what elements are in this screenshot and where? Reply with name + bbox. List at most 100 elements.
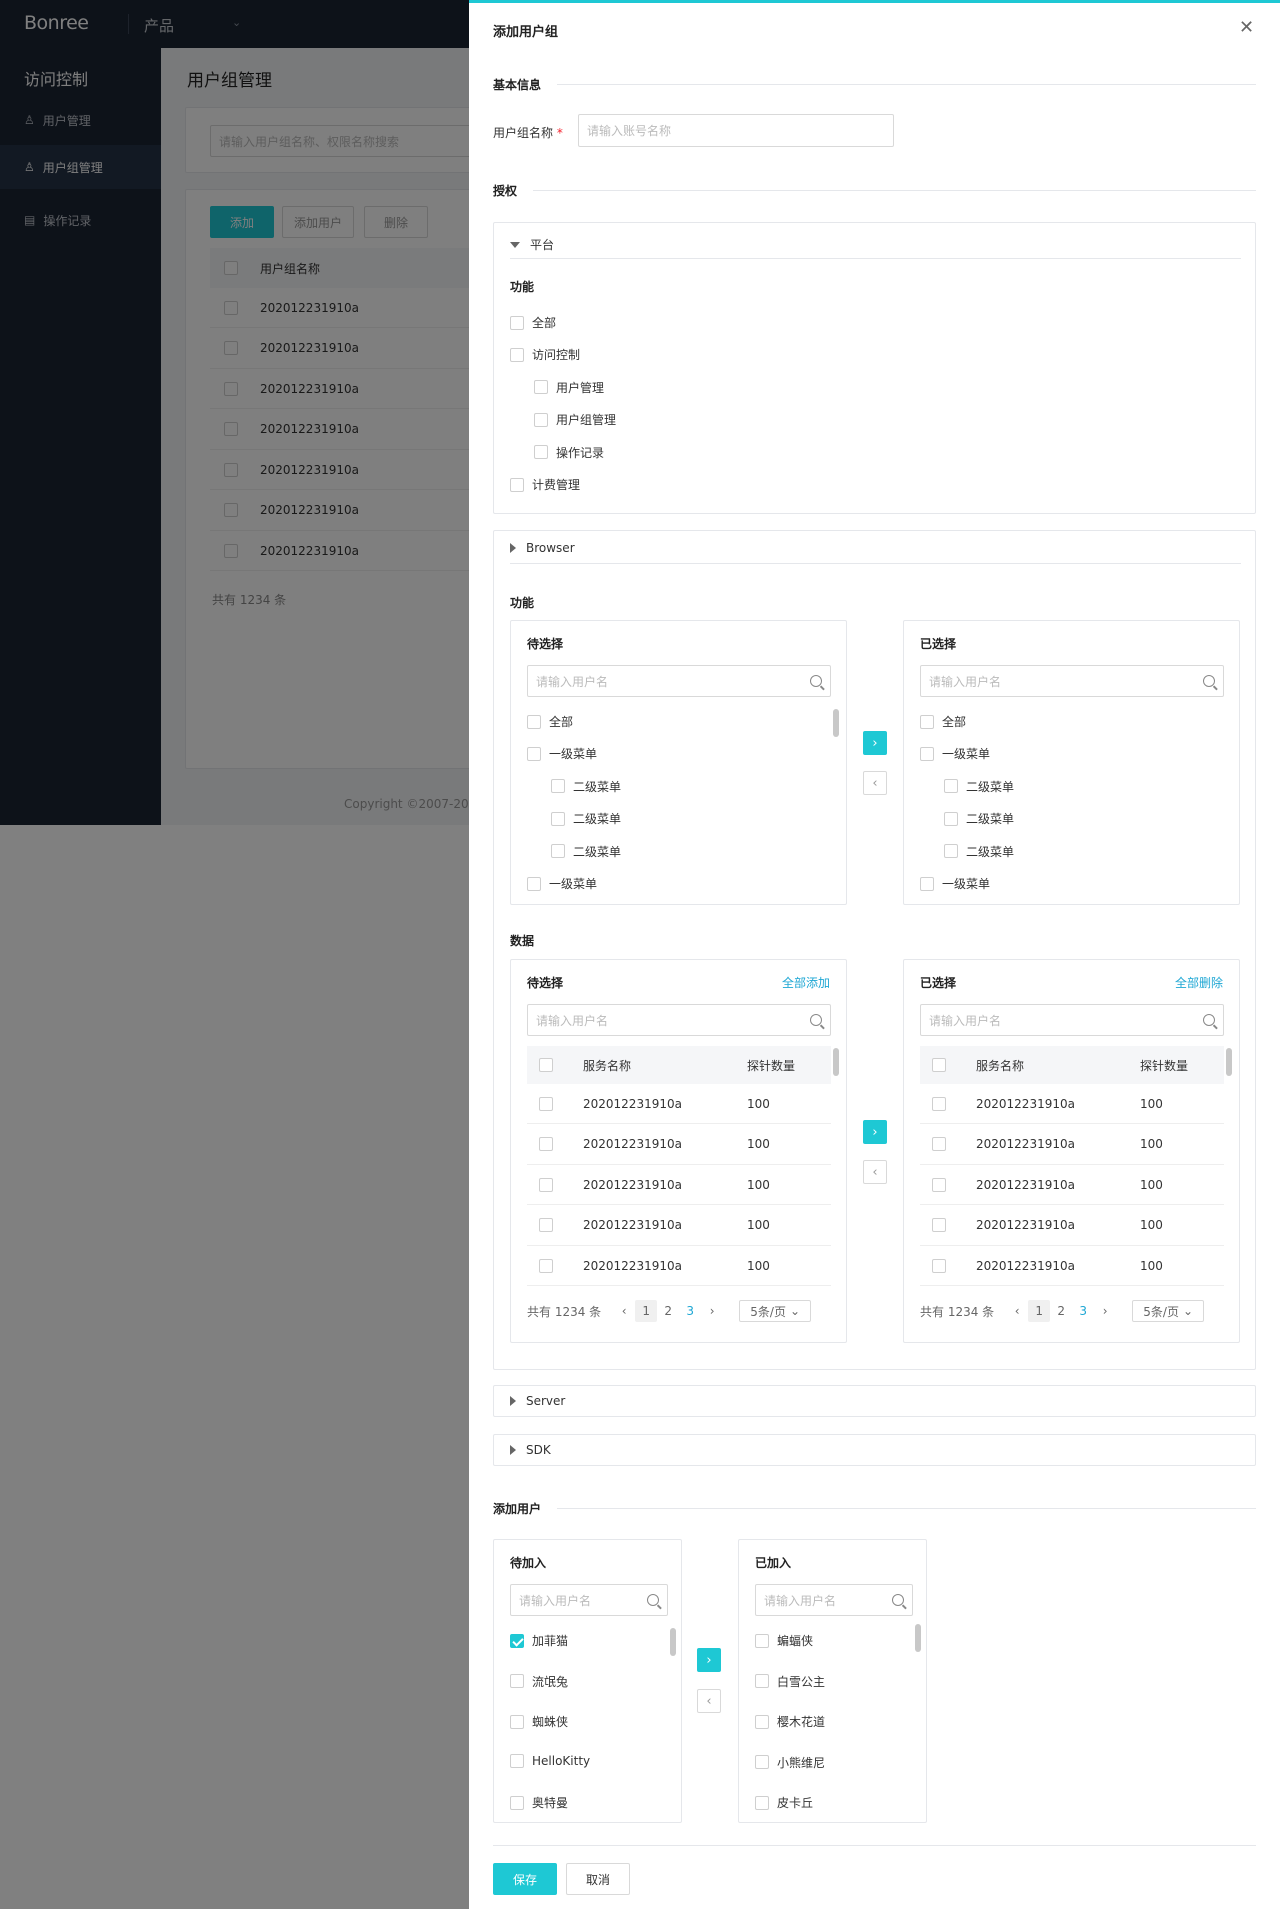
row-checkbox[interactable] [539,1096,553,1111]
select-all-checkbox[interactable] [539,1058,553,1072]
search-icon[interactable] [810,1014,822,1026]
user-option[interactable]: 皮卡丘 [755,1794,813,1811]
user-pending-search[interactable]: 请输入用户名 [510,1584,668,1616]
tree-option[interactable]: 二级菜单 [944,810,1014,827]
option-checkbox[interactable] [755,1633,769,1648]
platform-option[interactable]: 用户管理 [534,379,604,396]
tree-option[interactable]: 二级菜单 [944,843,1014,860]
scrollbar[interactable] [670,1628,676,1656]
move-right-button[interactable]: › [863,731,887,755]
option-checkbox[interactable] [510,1795,524,1810]
scrollbar[interactable] [1226,1048,1232,1076]
page-2[interactable]: 2 [1050,1300,1072,1322]
tree-option[interactable]: 二级菜单 [551,810,621,827]
platform-option[interactable]: 计费管理 [510,476,580,493]
row-checkbox[interactable] [539,1177,553,1192]
data-pending-search[interactable]: 请输入用户名 [527,1004,831,1036]
option-checkbox[interactable] [755,1674,769,1688]
table-row[interactable]: 202012231910a 100 [527,1246,831,1286]
row-checkbox[interactable] [932,1137,946,1151]
page-2[interactable]: 2 [657,1300,679,1322]
option-checkbox[interactable] [527,714,541,729]
row-checkbox[interactable] [539,1258,553,1273]
option-checkbox[interactable] [944,811,958,826]
tree-option[interactable]: 一级菜单 [920,745,990,762]
row-checkbox[interactable] [932,1258,946,1273]
row-checkbox[interactable] [932,1218,946,1232]
func-selected-search[interactable]: 请输入用户名 [920,665,1224,697]
user-option[interactable]: HelloKitty [510,1753,590,1768]
option-checkbox[interactable] [527,876,541,891]
table-row[interactable]: 202012231910a 100 [920,1084,1224,1124]
option-checkbox[interactable] [510,1753,524,1768]
user-option[interactable]: 加菲猫 [510,1632,568,1649]
select-all-checkbox[interactable] [932,1058,946,1072]
option-checkbox[interactable] [920,746,934,761]
scrollbar[interactable] [915,1624,921,1652]
browser-header[interactable]: Browser [510,532,1241,564]
search-icon[interactable] [892,1594,904,1606]
table-row[interactable]: 202012231910a 100 [527,1206,831,1246]
user-option[interactable]: 樱木花道 [755,1713,825,1730]
option-checkbox[interactable] [755,1714,769,1729]
scrollbar[interactable] [833,709,839,737]
table-row[interactable]: 202012231910a 100 [527,1165,831,1205]
add-all-link[interactable]: 全部添加 [782,974,830,991]
table-row[interactable]: 202012231910a 100 [527,1125,831,1165]
prev-page-icon[interactable]: ‹ [1006,1300,1028,1322]
user-option[interactable]: 流氓兔 [510,1673,568,1690]
page-size-select[interactable]: 5条/页 ⌄ [739,1300,812,1322]
page-size-select[interactable]: 5条/页 ⌄ [1132,1300,1205,1322]
tree-option[interactable]: 二级菜单 [551,843,621,860]
user-option[interactable]: 小熊维尼 [755,1754,825,1771]
data-move-right-button[interactable]: › [863,1120,887,1144]
cancel-button[interactable]: 取消 [566,1863,630,1895]
group-name-input[interactable]: 请输入账号名称 [578,114,894,147]
option-checkbox[interactable] [920,714,934,729]
tree-option[interactable]: 二级菜单 [551,778,621,795]
option-checkbox[interactable] [534,412,548,427]
page-1[interactable]: 1 [635,1300,658,1322]
platform-option[interactable]: 用户组管理 [534,411,616,428]
page-3[interactable]: 3 [679,1300,701,1322]
func-pending-search[interactable]: 请输入用户名 [527,665,831,697]
option-checkbox[interactable] [551,844,565,859]
tree-option[interactable]: 一级菜单 [527,875,597,892]
page-1[interactable]: 1 [1028,1300,1051,1322]
user-option[interactable]: 白雪公主 [755,1673,825,1690]
tree-option[interactable]: 二级菜单 [944,778,1014,795]
delete-all-link[interactable]: 全部删除 [1175,974,1223,991]
user-move-right-button[interactable]: › [697,1648,721,1672]
next-page-icon[interactable]: › [1094,1300,1116,1322]
option-checkbox[interactable] [551,811,565,826]
platform-header[interactable]: 平台 [510,231,1241,259]
row-checkbox[interactable] [932,1096,946,1111]
option-checkbox[interactable] [551,779,565,794]
platform-option[interactable]: 全部 [510,314,556,331]
prev-page-icon[interactable]: ‹ [613,1300,635,1322]
data-selected-search[interactable]: 请输入用户名 [920,1004,1224,1036]
row-checkbox[interactable] [932,1177,946,1192]
option-checkbox[interactable] [755,1795,769,1810]
option-checkbox[interactable] [510,1674,524,1688]
platform-option[interactable]: 访问控制 [510,346,580,363]
table-row[interactable]: 202012231910a 100 [920,1206,1224,1246]
save-button[interactable]: 保存 [493,1863,557,1895]
data-move-left-button[interactable]: ‹ [863,1160,887,1184]
sdk-panel-header[interactable]: SDK [493,1434,1256,1466]
row-checkbox[interactable] [539,1137,553,1151]
user-option[interactable]: 蝙蝠侠 [755,1632,813,1649]
row-checkbox[interactable] [539,1218,553,1232]
option-checkbox[interactable] [510,315,524,330]
table-row[interactable]: 202012231910a 100 [920,1165,1224,1205]
table-row[interactable]: 202012231910a 100 [527,1084,831,1124]
table-row[interactable]: 202012231910a 100 [920,1246,1224,1286]
search-icon[interactable] [1203,675,1215,687]
server-panel-header[interactable]: Server [493,1385,1256,1417]
option-checkbox[interactable] [755,1755,769,1769]
option-checkbox[interactable] [920,876,934,891]
next-page-icon[interactable]: › [701,1300,723,1322]
move-left-button[interactable]: ‹ [863,771,887,795]
option-checkbox[interactable] [527,746,541,761]
option-checkbox[interactable] [944,844,958,859]
